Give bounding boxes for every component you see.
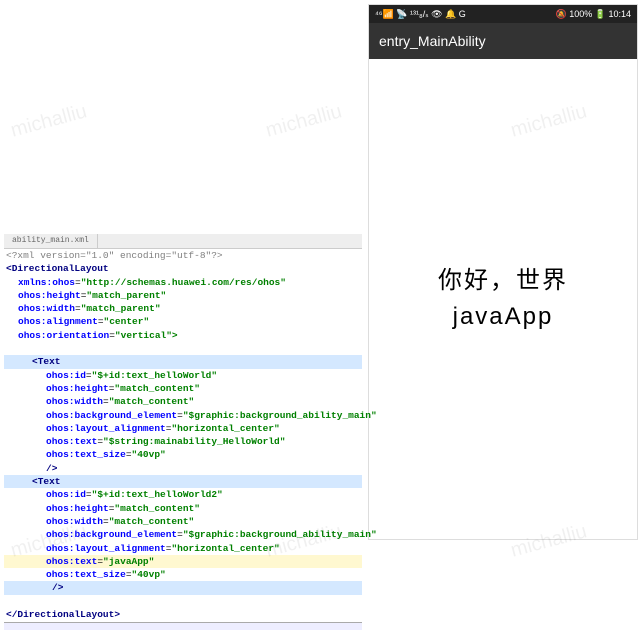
blank-line-2: [4, 595, 362, 608]
xml-attribute: ohos:background_element="$graphic:backgr…: [4, 409, 362, 422]
phone-body: 你好，世界 javaApp: [369, 59, 637, 539]
xml-attribute: ohos:text="javaApp": [4, 555, 362, 568]
text-tag-open-2: <Text: [4, 475, 362, 488]
watermark: michalliu: [263, 100, 344, 142]
xml-attribute: ohos:alignment="center": [4, 315, 362, 328]
xml-attribute: ohos:width="match_parent": [4, 302, 362, 315]
xml-attribute: ohos:width="match_content": [4, 515, 362, 528]
code-editor[interactable]: ability_main.xml <?xml version="1.0" enc…: [4, 234, 362, 560]
watermark: michalliu: [8, 100, 89, 142]
xml-attribute: ohos:height="match_content": [4, 382, 362, 395]
xml-attribute: ohos:layout_alignment="horizontal_center…: [4, 422, 362, 435]
xml-attribute: ohos:background_element="$graphic:backgr…: [4, 528, 362, 541]
xml-attribute: ohos:layout_alignment="horizontal_center…: [4, 542, 362, 555]
root-close: </DirectionalLayout>: [4, 608, 362, 621]
blank-line: [4, 342, 362, 355]
cursor-line[interactable]: />: [4, 581, 362, 594]
editor-footer: [4, 622, 362, 630]
xml-declaration: <?xml version="1.0" encoding="utf-8"?>: [4, 249, 362, 262]
phone-statusbar: ⁴⁶📶 📡 ¹³¹₈/ₛ 👁 🔔 G 🔕 100% 🔋 10:14: [369, 5, 637, 23]
phone-preview: ⁴⁶📶 📡 ¹³¹₈/ₛ 👁 🔔 G 🔕 100% 🔋 10:14 entry_…: [368, 4, 638, 540]
xml-attribute: ohos:height="match_content": [4, 502, 362, 515]
javaapp-text: javaApp: [453, 299, 554, 335]
xml-attribute: ohos:id="$+id:text_helloWorld2": [4, 488, 362, 501]
xml-attribute: ohos:id="$+id:text_helloWorld": [4, 369, 362, 382]
editor-tabs: ability_main.xml: [4, 234, 362, 249]
root-open: <DirectionalLayout: [4, 262, 362, 275]
xml-attribute: ohos:text_size="40vp": [4, 448, 362, 461]
status-right: 🔕 100% 🔋 10:14: [556, 9, 631, 20]
xml-attribute: ohos:text_size="40vp": [4, 568, 362, 581]
status-left: ⁴⁶📶 📡 ¹³¹₈/ₛ 👁 🔔 G: [375, 9, 466, 20]
xml-attribute: ohos:orientation="vertical">: [4, 329, 362, 342]
self-close: />: [4, 462, 362, 475]
xml-attribute: ohos:width="match_content": [4, 395, 362, 408]
text-tag-open: <Text: [4, 355, 362, 368]
file-tab[interactable]: ability_main.xml: [4, 234, 98, 248]
xml-attribute: xmlns:ohos="http://schemas.huawei.com/re…: [4, 276, 362, 289]
helloworld-text: 你好，世界: [438, 263, 568, 299]
xml-attribute: ohos:height="match_parent": [4, 289, 362, 302]
appbar-title: entry_MainAbility: [379, 33, 486, 49]
xml-attribute: ohos:text="$string:mainability_HelloWorl…: [4, 435, 362, 448]
phone-appbar: entry_MainAbility: [369, 23, 637, 59]
